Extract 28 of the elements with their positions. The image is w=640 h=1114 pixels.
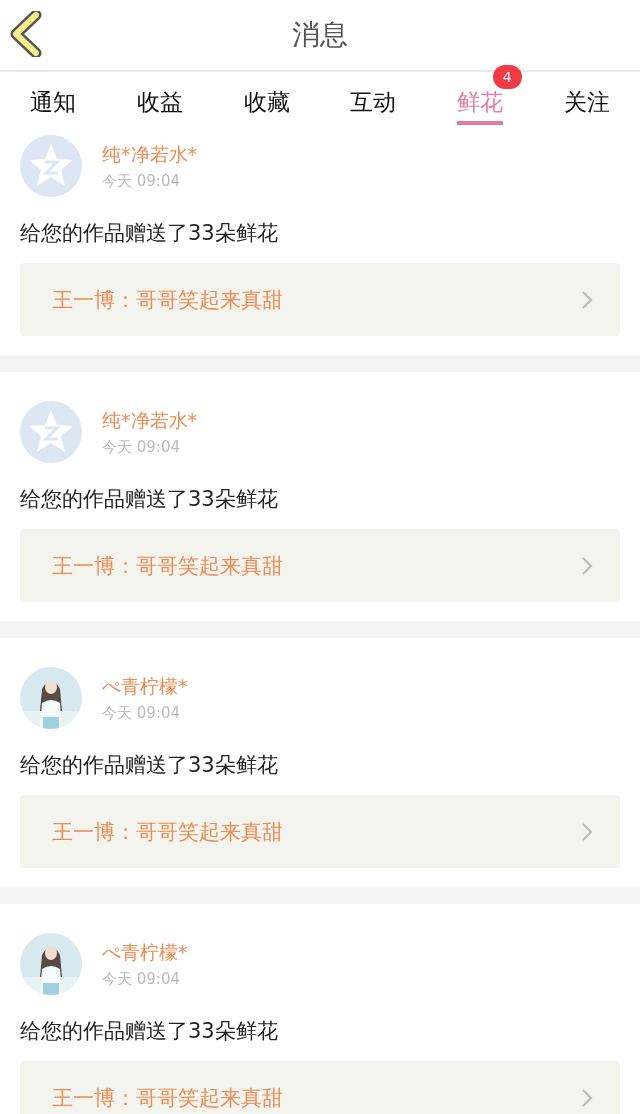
user-name[interactable]: ぺ青柠檬*	[102, 673, 188, 700]
work-link[interactable]: 王一博：哥哥笑起来真甜	[20, 263, 620, 336]
user-name[interactable]: 纯*净若水*	[102, 407, 197, 434]
user-name[interactable]: ぺ青柠檬*	[102, 939, 188, 966]
message-text: 给您的作品赠送了33朵鲜花	[20, 220, 279, 247]
work-link[interactable]: 王一博：哥哥笑起来真甜	[20, 1061, 620, 1114]
message-text: 给您的作品赠送了33朵鲜花	[20, 1018, 279, 1045]
tab[interactable]: 收益	[137, 72, 183, 125]
chevron-right-icon	[580, 289, 594, 310]
tab[interactable]: 收藏	[243, 72, 290, 125]
chevron-right-icon	[580, 1087, 594, 1108]
count-badge: 4	[492, 65, 522, 89]
user-name[interactable]: 纯*净若水*	[102, 141, 197, 168]
chevron-right-icon	[580, 555, 594, 576]
back-button[interactable]	[10, 11, 42, 57]
message-text: 给您的作品赠送了33朵鲜花	[20, 752, 279, 779]
work-link[interactable]: 王一博：哥哥笑起来真甜	[20, 529, 620, 602]
timestamp: 今天 09:04	[102, 703, 181, 723]
work-link[interactable]: 王一博：哥哥笑起来真甜	[20, 795, 620, 868]
timestamp: 今天 09:04	[102, 437, 181, 457]
tab[interactable]: 通知	[30, 72, 77, 125]
chevron-right-icon	[580, 821, 594, 842]
tab[interactable]: 关注	[563, 72, 610, 125]
page-title: 消息	[292, 17, 348, 53]
timestamp: 今天 09:04	[102, 171, 181, 191]
tab[interactable]: 互动	[350, 72, 397, 125]
timestamp: 今天 09:04	[102, 969, 181, 989]
message-text: 给您的作品赠送了33朵鲜花	[20, 486, 279, 513]
